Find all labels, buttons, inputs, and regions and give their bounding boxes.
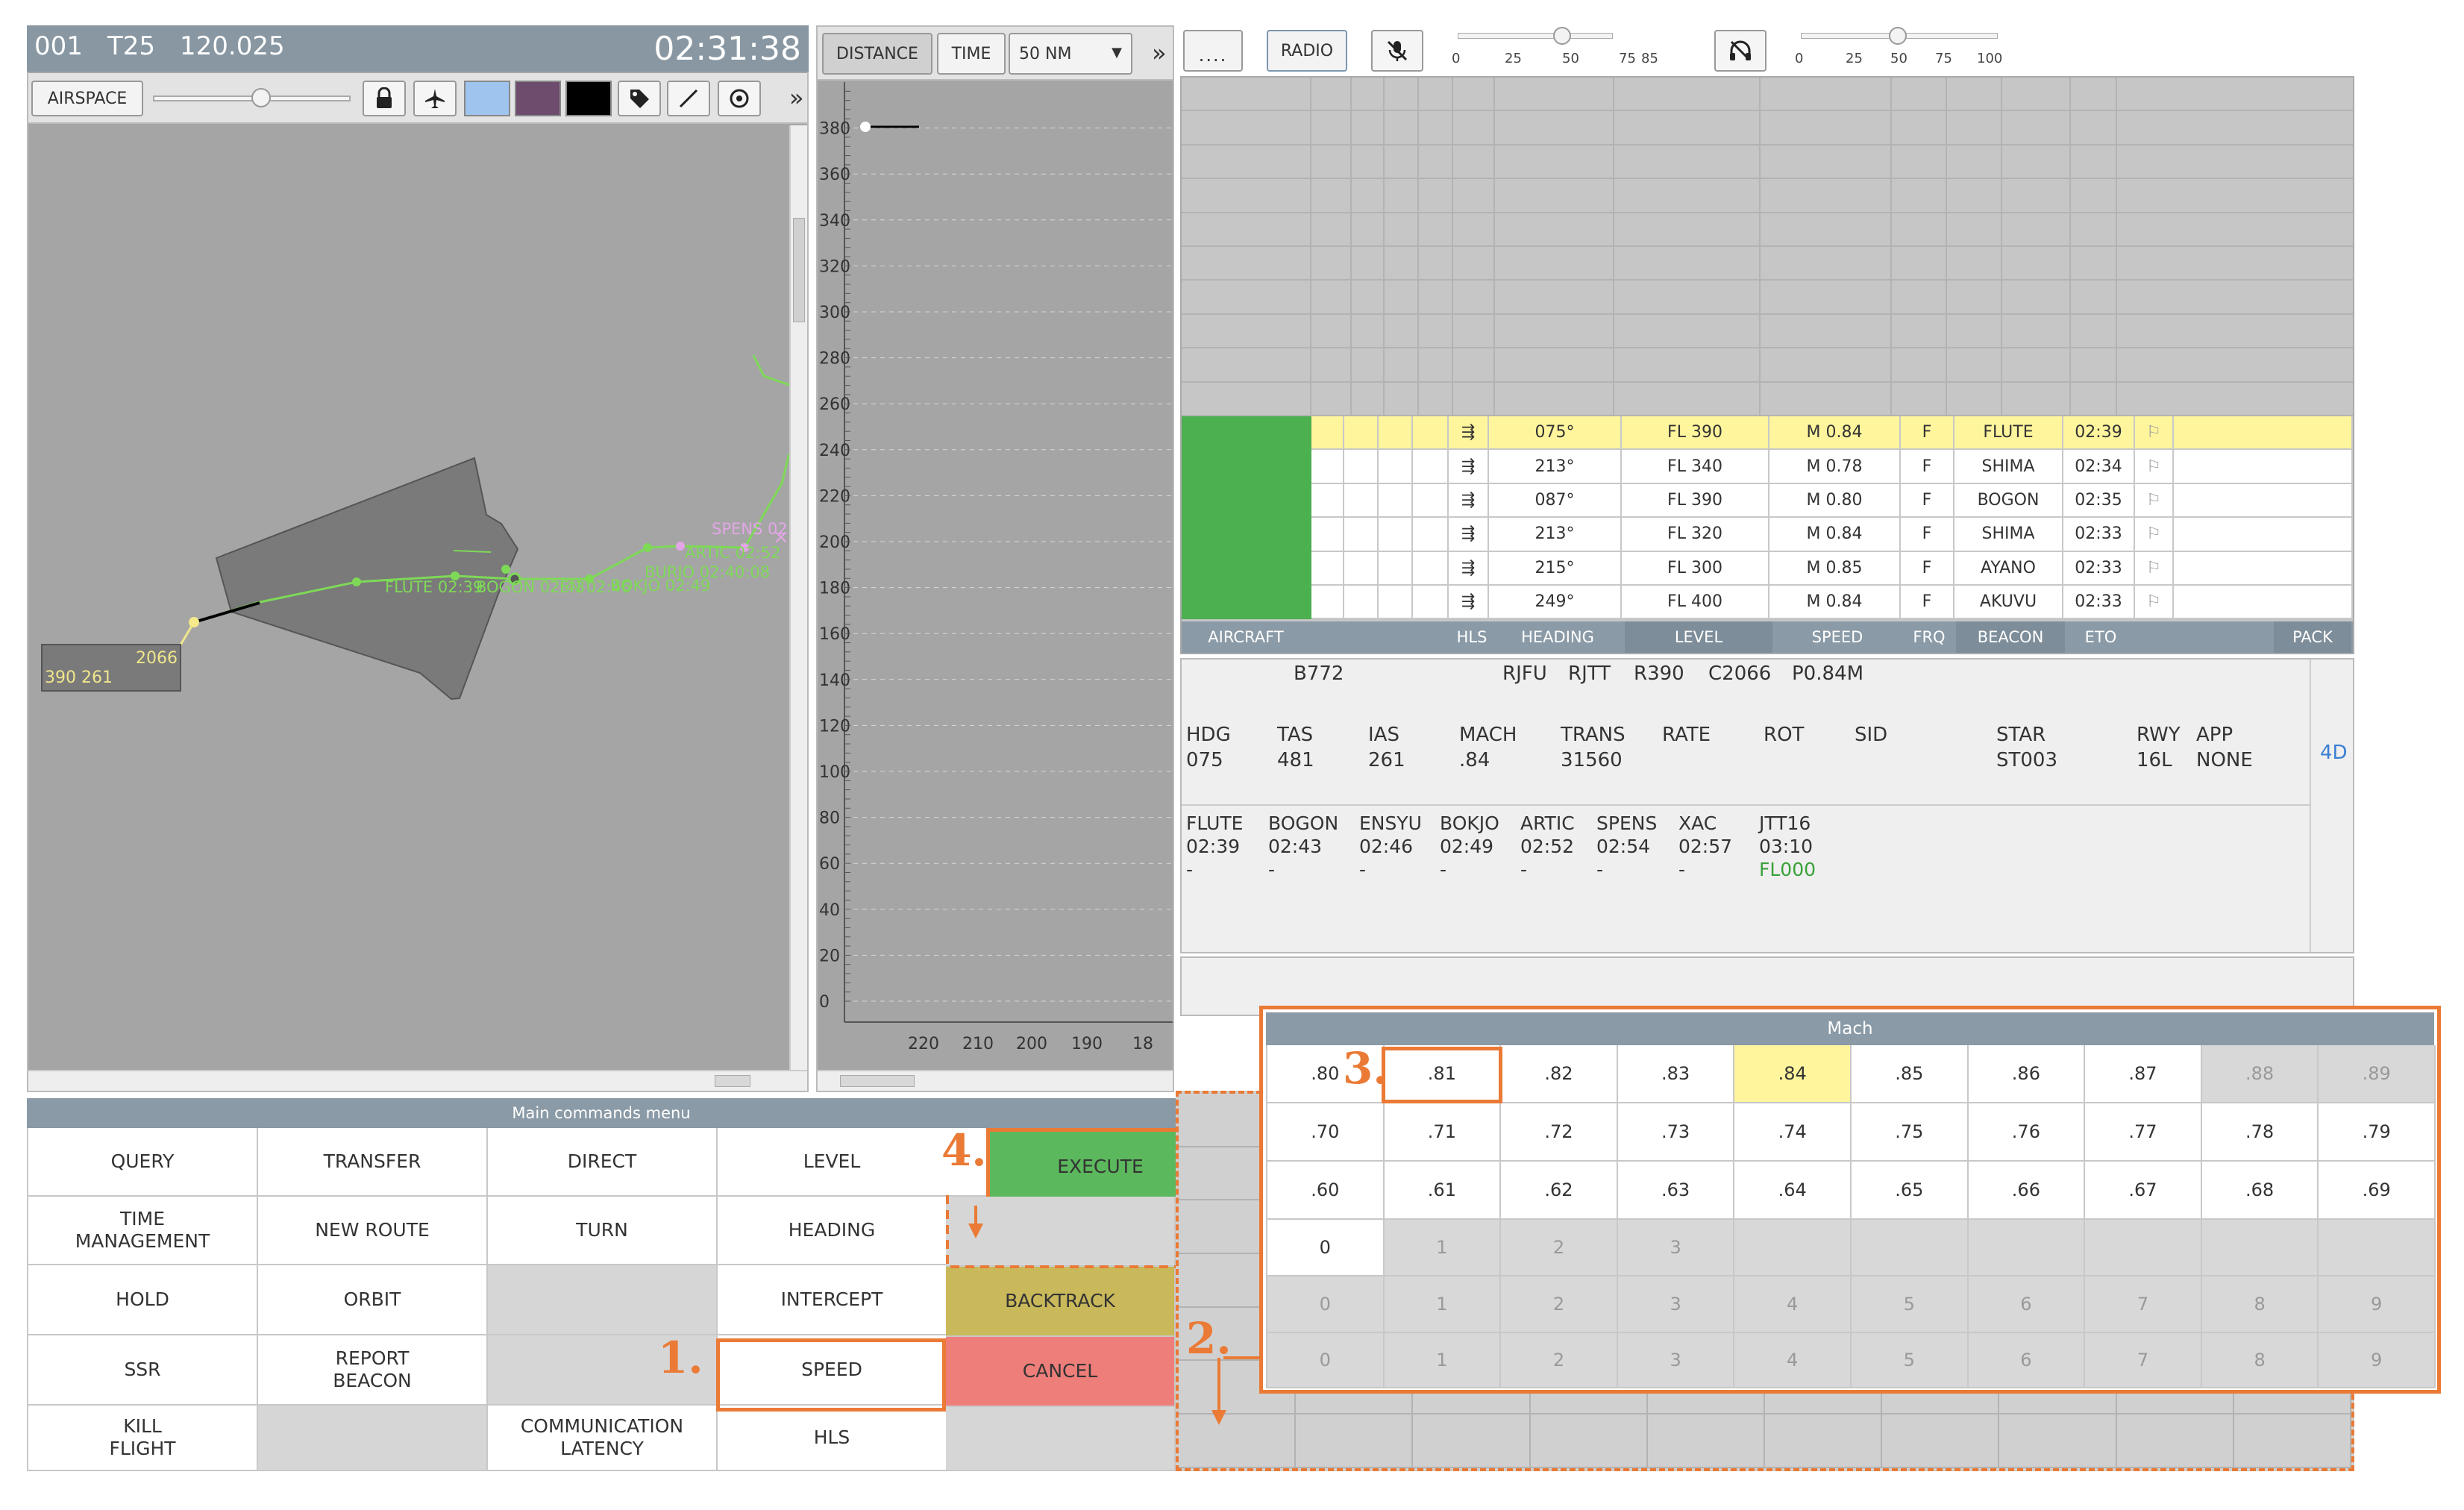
step4-dashed-outline xyxy=(946,1195,1176,1268)
step2-arrow-head xyxy=(1211,1410,1226,1425)
step4-arrow-head xyxy=(968,1224,983,1238)
annotation-arrows xyxy=(946,1195,1259,1425)
